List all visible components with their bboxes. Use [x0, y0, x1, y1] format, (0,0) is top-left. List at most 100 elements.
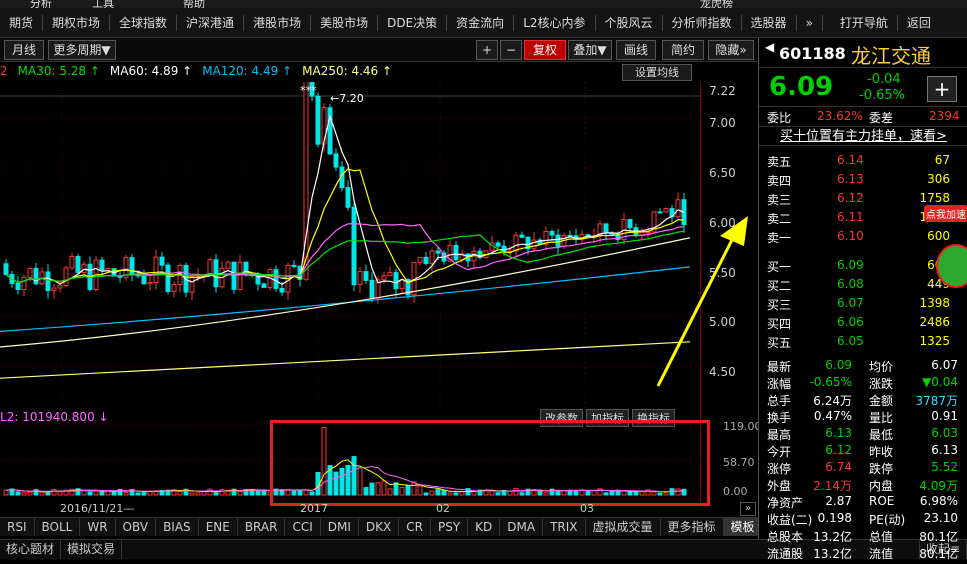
orderbook-row[interactable]: 买二 6.08 449	[767, 277, 962, 296]
candle-body	[531, 239, 537, 250]
volume-bar	[135, 492, 141, 496]
draw-line-button[interactable]: 画线	[616, 40, 656, 60]
candle-body	[399, 279, 405, 290]
stat-value: 23.10	[923, 511, 958, 525]
stat-label: 今开	[767, 445, 792, 459]
indicator-tab[interactable]: BIAS	[156, 518, 199, 536]
orderbook-row[interactable]: 买四 6.06 2486	[767, 315, 962, 334]
indicator-tab[interactable]: DKX	[359, 518, 400, 536]
candle-body	[3, 263, 9, 276]
simple-button[interactable]: 简约	[662, 40, 704, 60]
market-menu-item[interactable]: 美股市场	[311, 14, 377, 31]
candle-body	[147, 282, 153, 285]
indicator-tab[interactable]: CCI	[285, 518, 321, 536]
core-topic-tab[interactable]: 核心题材	[0, 540, 62, 559]
market-menu-item[interactable]: 返回	[898, 14, 940, 31]
menu-analysis[interactable]: 分析	[30, 0, 52, 8]
orderbook-row[interactable]: 卖一 6.10 600	[767, 229, 962, 248]
stat-label: 最新	[767, 360, 792, 374]
sim-trade-tab[interactable]: 模拟交易	[61, 540, 123, 559]
market-menu-item[interactable]: 期权市场	[43, 14, 109, 31]
menu-longhu[interactable]: 龙虎榜	[700, 0, 733, 8]
volume-bar	[261, 489, 267, 496]
weibi-label: 委比	[767, 111, 792, 125]
candle-body	[171, 284, 177, 292]
menu-divider	[821, 14, 823, 31]
indicator-tab[interactable]: KD	[468, 518, 501, 536]
market-menu-item[interactable]: 期货	[0, 14, 42, 31]
scroll-right-button[interactable]: »	[740, 502, 756, 516]
market-menu-item[interactable]: 打开导航	[831, 14, 897, 31]
stat-value: 0.91	[931, 409, 958, 423]
indicator-tab[interactable]: ENE	[199, 518, 238, 536]
price-axis-label: 7.00	[709, 116, 736, 130]
indicator-tab[interactable]: TRIX	[543, 518, 586, 536]
indicator-tab[interactable]: RSI	[0, 518, 35, 536]
stat-value: 2.14万	[813, 479, 852, 493]
stat-value: 13.2亿	[813, 530, 852, 544]
stat-value: 6.74	[825, 460, 852, 474]
market-menu-item[interactable]: 选股器	[742, 14, 796, 31]
market-menu-item[interactable]: 分析师指数	[663, 14, 741, 31]
volume-bar	[15, 491, 21, 496]
zoom-out-button[interactable]: −	[500, 40, 522, 60]
stat-label: 净资产	[767, 496, 804, 510]
indicator-tabs: RSI BOLL WR OBV BIAS ENE BRAR CCI DMI DKX CR PSY KD D…	[0, 517, 763, 536]
market-menu-item[interactable]: 资金流向	[447, 14, 513, 31]
period-month-button[interactable]: 月线	[4, 40, 44, 60]
stat-value: 13.2亿	[813, 547, 852, 561]
indicator-tab[interactable]: BOLL	[35, 518, 81, 536]
candle-body	[45, 271, 51, 292]
candle-body	[429, 250, 435, 264]
orderbook-row[interactable]: 买五 6.05 1325	[767, 334, 962, 353]
menu-help[interactable]: 帮助	[183, 0, 205, 8]
indicator-tab[interactable]: BRAR	[238, 518, 286, 536]
candle-body	[21, 276, 27, 291]
indicator-tab[interactable]: 更多指标	[661, 518, 724, 536]
stat-label: 流值	[869, 547, 894, 561]
candle-body	[129, 257, 135, 275]
zoom-in-button[interactable]: +	[476, 40, 498, 60]
promo-badge[interactable]: 点我加速	[924, 205, 967, 222]
orderbook-row[interactable]: 卖四 6.13 306	[767, 172, 962, 191]
fuquan-button[interactable]: 复权	[524, 40, 566, 60]
level-label: 买五	[767, 336, 792, 350]
market-menu-item[interactable]: 全球指数	[110, 14, 176, 31]
candle-body	[159, 256, 165, 266]
more-period-button[interactable]: 更多周期▼	[48, 40, 116, 60]
menu-tools[interactable]: 工具	[92, 0, 114, 8]
indicator-tab[interactable]: PSY	[431, 518, 469, 536]
indicator-tab[interactable]: DMI	[321, 518, 359, 536]
market-menu-item[interactable]: 港股市场	[244, 14, 310, 31]
orderbook-row[interactable]: 买一 6.09 604	[767, 258, 962, 277]
weicha-value: 2394	[929, 109, 960, 123]
indicator-tab[interactable]: 虚拟成交量	[586, 518, 661, 536]
market-menu-item[interactable]: »	[797, 16, 822, 30]
indicator-tab[interactable]: CR	[399, 518, 431, 536]
market-menu-item[interactable]: 个股风云	[596, 14, 662, 31]
set-ma-button[interactable]: 设置均线	[622, 64, 692, 81]
level-price: 6.05	[837, 334, 864, 348]
indicator-tab[interactable]: WR	[80, 518, 116, 536]
volume-bar	[213, 492, 219, 496]
market-menu-item[interactable]: 沪深港通	[177, 14, 243, 31]
hide-panel-button[interactable]: 隐藏»	[708, 40, 754, 60]
stat-value: 4.09万	[919, 479, 958, 493]
kline-chart[interactable]: *** ←7.20	[0, 82, 700, 410]
orderbook-row[interactable]: 买三 6.07 1398	[767, 296, 962, 315]
candle-body	[165, 264, 171, 292]
stat-value: 0.47%	[813, 409, 852, 423]
candle-body	[357, 271, 363, 286]
market-menu-item[interactable]: DDE决策	[378, 14, 446, 31]
indicator-tab[interactable]: 模板	[723, 518, 763, 536]
candle-body	[315, 95, 321, 145]
volume-bar	[207, 488, 213, 496]
orderbook-row[interactable]: 卖五 6.14 67	[767, 153, 962, 172]
overlay-button[interactable]: 叠加▼	[568, 40, 612, 60]
indicator-tab[interactable]: OBV	[116, 518, 157, 536]
indicator-tab[interactable]: DMA	[500, 518, 544, 536]
collapse-arrow-icon[interactable]: ◀	[765, 40, 774, 54]
market-menu-item[interactable]: L2核心内参	[514, 14, 594, 31]
add-watchlist-button[interactable]: +	[927, 76, 957, 102]
main-force-banner[interactable]: 买十位置有主力挂单，速看>	[759, 126, 967, 146]
